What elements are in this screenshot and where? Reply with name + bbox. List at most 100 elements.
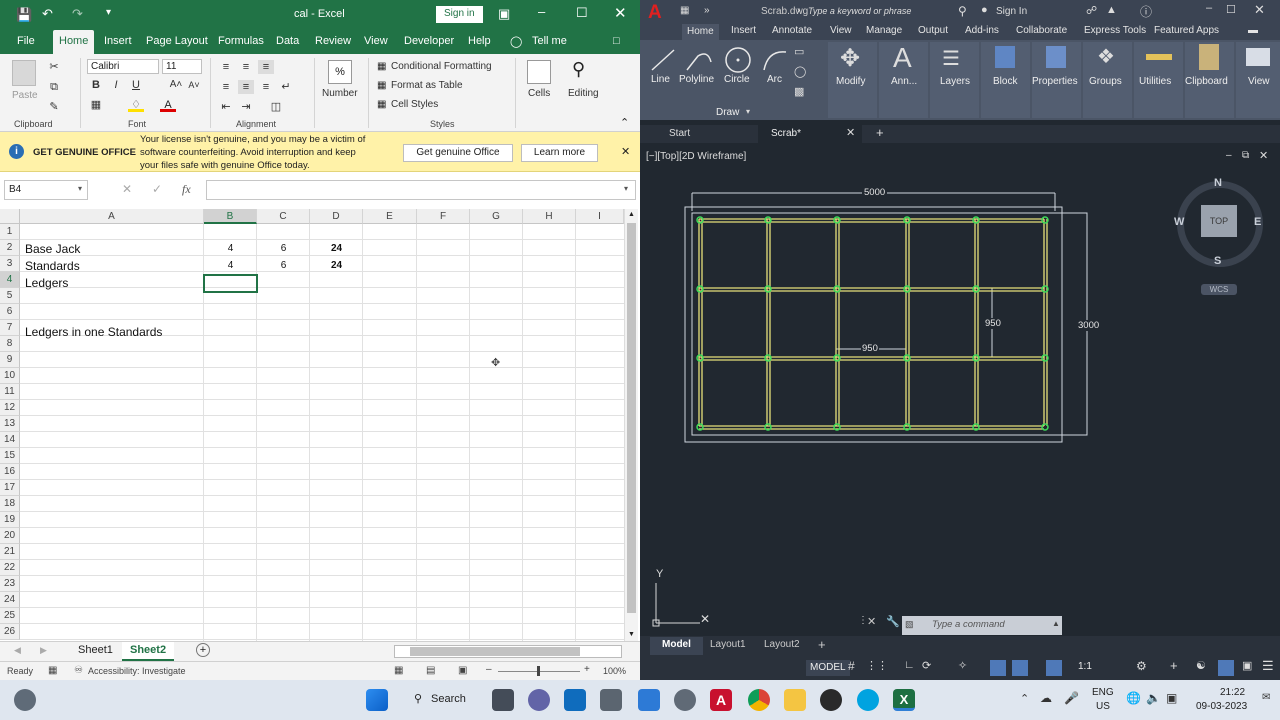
ac-tab-collaborate[interactable]: Collaborate: [1016, 25, 1067, 36]
tab-home[interactable]: Home: [53, 30, 95, 54]
paste-button[interactable]: Paste: [12, 90, 38, 101]
ac-tab-home[interactable]: Home: [682, 24, 719, 40]
insert-function-icon[interactable]: fx: [182, 182, 191, 197]
row-header-7[interactable]: 7: [0, 320, 20, 336]
cart-icon[interactable]: ☍: [1086, 4, 1097, 17]
undo-icon[interactable]: ↶: [42, 6, 53, 22]
macro-record-icon[interactable]: ▦: [48, 665, 57, 676]
zoom-in-icon[interactable]: +: [584, 664, 590, 675]
command-history-icon[interactable]: ▲: [1052, 619, 1060, 628]
row-header-14[interactable]: 14: [0, 432, 20, 448]
align-center-icon[interactable]: ≡: [238, 80, 254, 94]
dynamic-input-icon[interactable]: [1012, 660, 1028, 676]
todo-icon[interactable]: [638, 689, 660, 711]
sign-in-button[interactable]: Sign in: [436, 6, 483, 23]
groups-group[interactable]: ❖ Groups: [1083, 42, 1132, 118]
command-recent-icon[interactable]: ▧: [905, 619, 914, 630]
grid-icon[interactable]: #: [848, 659, 855, 673]
gradient-icon[interactable]: ▩: [794, 85, 804, 98]
font-size-select[interactable]: 11: [162, 59, 202, 74]
add-layout-icon[interactable]: +: [818, 637, 826, 652]
row-header-22[interactable]: 22: [0, 560, 20, 576]
user-icon[interactable]: ●: [981, 4, 988, 16]
row-header-11[interactable]: 11: [0, 384, 20, 400]
help-icon[interactable]: ⓘ: [1140, 3, 1152, 20]
tab-start[interactable]: Start: [669, 128, 690, 139]
column-header-b[interactable]: B: [204, 209, 257, 224]
cancel-entry-icon[interactable]: ✕: [122, 182, 132, 196]
save-icon[interactable]: 💾: [16, 7, 32, 23]
language-code[interactable]: ENG: [1092, 687, 1114, 698]
command-close-icon[interactable]: ✕: [867, 615, 876, 628]
quick-access-dropdown-icon[interactable]: ▾: [106, 7, 111, 18]
paste-icon[interactable]: [12, 60, 36, 86]
redo-icon[interactable]: ↷: [72, 6, 83, 22]
conditional-formatting-button[interactable]: Conditional Formatting: [391, 61, 492, 72]
ac-tab-express-tools[interactable]: Express Tools: [1084, 25, 1146, 36]
teams-icon[interactable]: [528, 689, 550, 711]
accessibility-icon[interactable]: ♾: [74, 665, 83, 676]
compass-north[interactable]: N: [1214, 177, 1222, 189]
accessibility-status[interactable]: Accessibility: Investigate: [88, 666, 186, 676]
sheet-next-icon[interactable]: ▶: [40, 645, 47, 656]
row-header-15[interactable]: 15: [0, 448, 20, 464]
a360-icon[interactable]: ▲: [1106, 4, 1117, 16]
column-header-g[interactable]: G: [470, 209, 523, 224]
ac-tab-annotate[interactable]: Annotate: [772, 25, 812, 36]
scroll-up-icon[interactable]: ▲: [628, 211, 635, 218]
italic-icon[interactable]: I: [108, 78, 124, 92]
borders-icon[interactable]: ▦: [88, 98, 104, 112]
active-cell-b4[interactable]: [203, 274, 258, 293]
ac-tab-output[interactable]: Output: [918, 25, 948, 36]
ac-minimize-icon[interactable]: –: [1206, 2, 1212, 14]
polar-icon[interactable]: ⟳: [922, 659, 931, 672]
modify-group[interactable]: ✥ Modify: [828, 42, 877, 118]
row-header-18[interactable]: 18: [0, 496, 20, 512]
search-taskbar-icon[interactable]: ⚲: [414, 692, 422, 705]
viewcube-top-face[interactable]: TOP: [1201, 205, 1237, 237]
arc-icon[interactable]: [760, 46, 790, 74]
decrease-font-icon[interactable]: A˅: [186, 78, 202, 92]
tab-data[interactable]: Data: [276, 35, 299, 47]
namebox-dropdown-icon[interactable]: ▾: [78, 184, 82, 193]
keyword-search[interactable]: Type a keyword or phrase: [808, 6, 911, 16]
row-header-25[interactable]: 25: [0, 608, 20, 624]
calculator-icon[interactable]: [600, 689, 622, 711]
annotation-visibility-icon[interactable]: [1046, 660, 1062, 676]
search-icon[interactable]: ⚲: [958, 4, 967, 18]
circle-tool[interactable]: Circle: [724, 74, 750, 85]
column-header-f[interactable]: F: [417, 209, 470, 224]
zoom-slider-thumb[interactable]: [537, 666, 540, 676]
vertical-scrollbar[interactable]: ▲ ▼: [624, 209, 638, 641]
column-header-a[interactable]: A: [20, 209, 204, 224]
drawing-canvas[interactable]: [−][Top][2D Wireframe] – ⧉ ✕ 5000 3000 9…: [640, 145, 1280, 635]
row-header-24[interactable]: 24: [0, 592, 20, 608]
obs-icon[interactable]: [820, 689, 842, 711]
clock-date[interactable]: 09-03-2023: [1196, 701, 1247, 712]
minimize-icon[interactable]: –: [538, 4, 545, 19]
command-input[interactable]: ▧ Type a command ▲: [902, 616, 1062, 635]
tab-help[interactable]: Help: [468, 35, 491, 47]
cell-b3[interactable]: 4: [204, 258, 257, 274]
row-header-6[interactable]: 6: [0, 304, 20, 320]
add-sheet-icon[interactable]: +: [196, 643, 210, 657]
customize-menu-icon[interactable]: ☰: [1262, 658, 1274, 674]
file-explorer-icon[interactable]: [784, 689, 806, 711]
utilities-group[interactable]: Utilities: [1134, 42, 1183, 118]
tab-insert[interactable]: Insert: [104, 35, 132, 47]
get-genuine-office-button[interactable]: Get genuine Office: [403, 144, 513, 162]
ac-tab-view[interactable]: View: [830, 25, 852, 36]
align-right-icon[interactable]: ≡: [258, 80, 274, 94]
increase-font-icon[interactable]: A˄: [168, 78, 184, 92]
align-left-icon[interactable]: ≡: [218, 80, 234, 94]
model-space-toggle[interactable]: MODEL: [806, 660, 850, 676]
expand-qat-icon[interactable]: »: [704, 5, 710, 16]
font-color-icon[interactable]: A: [160, 98, 176, 112]
row-header-20[interactable]: 20: [0, 528, 20, 544]
excel-taskbar-icon[interactable]: X: [893, 689, 915, 711]
media-player-icon[interactable]: [857, 689, 879, 711]
decrease-indent-icon[interactable]: ⇤: [218, 100, 234, 114]
workspace-gear-icon[interactable]: ⚙: [1136, 659, 1147, 673]
tab-file[interactable]: File: [17, 35, 35, 47]
compass-east[interactable]: E: [1254, 216, 1261, 228]
